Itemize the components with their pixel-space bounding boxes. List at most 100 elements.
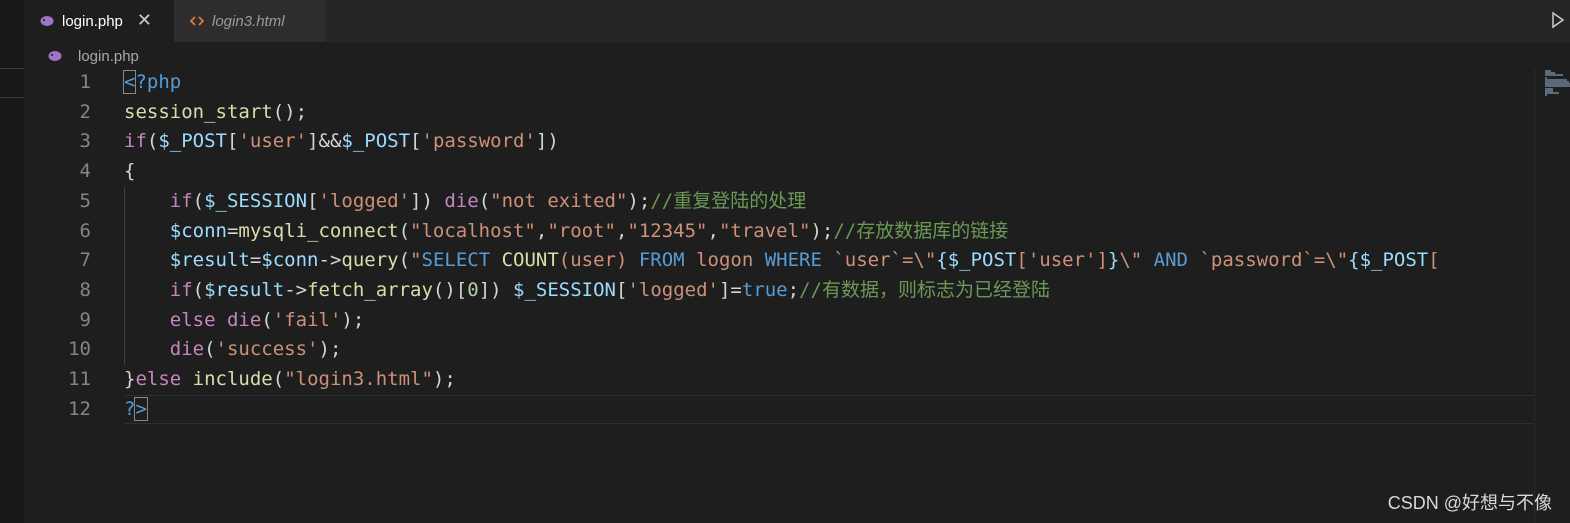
code-token: ]): [478, 278, 514, 301]
code-token: >: [134, 396, 148, 421]
code-token: (: [192, 278, 205, 301]
code-line[interactable]: 4{: [24, 157, 1534, 187]
code-token: 0: [467, 278, 479, 301]
code-token: );: [627, 189, 651, 212]
code-token: else: [169, 308, 216, 331]
code-token: if: [169, 278, 193, 301]
line-number: 10: [68, 338, 91, 361]
code-token: "not exited": [490, 189, 628, 212]
code-token: 'success': [215, 338, 319, 361]
code-token: [: [226, 130, 239, 153]
code-text: {: [124, 157, 135, 187]
code-token: 'password': [421, 130, 536, 153]
line-number: 1: [79, 71, 91, 93]
code-token: ()[: [432, 278, 468, 301]
line-number: 11: [68, 368, 91, 390]
tab-label: login3.html: [212, 12, 285, 30]
code-token: $result: [169, 249, 250, 272]
code-token: (: [261, 308, 273, 331]
line-number: 6: [79, 219, 91, 242]
code-token: );: [432, 368, 456, 390]
code-token: {: [124, 160, 136, 183]
activity-bar-item[interactable]: [0, 68, 24, 98]
code-line[interactable]: 8 if($result->fetch_array()[0]) $_SESSIO…: [24, 276, 1534, 306]
code-text: ?>: [124, 395, 148, 425]
code-token: (: [204, 338, 216, 361]
code-token: }: [124, 368, 136, 390]
code-token: $conn: [261, 249, 319, 272]
code-token: [: [1428, 249, 1440, 272]
code-token: ->: [318, 249, 342, 272]
code-line[interactable]: 9 else die('fail');: [24, 306, 1534, 336]
breadcrumb-file[interactable]: login.php: [78, 48, 139, 65]
code-text: if($_SESSION['logged']) die("not exited"…: [124, 187, 806, 217]
code-token: FROM: [638, 249, 697, 272]
line-number: 2: [79, 100, 91, 123]
code-token: (: [146, 130, 159, 153]
code-line[interactable]: 3 if($_POST['user']&&$_POST['password']): [24, 127, 1534, 157]
code-line[interactable]: 12 ?>: [24, 395, 1534, 425]
code-token: die: [226, 308, 262, 331]
code-line[interactable]: 11}else include("login3.html");: [24, 365, 1534, 395]
code-token: ,: [615, 219, 628, 242]
code-text: $result=$conn->query("SELECT COUNT(user)…: [124, 246, 1440, 276]
code-token: ();: [272, 100, 308, 123]
line-number: 4: [79, 160, 91, 183]
code-token: {$_POST: [1348, 249, 1429, 272]
code-line[interactable]: 7 $result=$conn->query("SELECT COUNT(use…: [24, 246, 1534, 276]
code-token: );: [341, 308, 365, 331]
code-token: `user`=\": [833, 249, 937, 272]
code-editor-window: login.php ✕ login3.html login.php 1 <?php…: [0, 0, 1570, 523]
code-token: WHERE: [764, 249, 834, 272]
close-icon[interactable]: ✕: [137, 12, 152, 30]
code-token: "login3.html": [284, 368, 433, 390]
html-brackets-icon: [190, 14, 204, 28]
code-editor[interactable]: 1 <?php 2 session_start(); 3 if($_POST['user'…: [24, 68, 1534, 523]
line-number: 3: [79, 130, 91, 153]
code-token: 'logged': [318, 189, 411, 212]
code-token: $_SESSION: [204, 189, 308, 212]
code-token: (: [478, 189, 491, 212]
code-token: ]&&: [307, 130, 342, 153]
run-icon[interactable]: [1550, 10, 1566, 30]
code-line[interactable]: 1 <?php: [24, 68, 1534, 98]
line-number: 9: [79, 308, 91, 331]
line-number: 8: [79, 278, 91, 301]
tab-label: login.php: [62, 12, 123, 30]
code-token: [: [307, 189, 319, 212]
code-token: "localhost": [410, 219, 536, 242]
code-token: ]): [410, 189, 445, 212]
tab-login-php[interactable]: login.php ✕: [24, 0, 174, 42]
code-token: fetch_array: [307, 278, 433, 301]
code-token: query: [341, 249, 399, 272]
code-token: 'user': [238, 130, 308, 153]
code-token: 'fail': [272, 308, 342, 331]
code-line[interactable]: 2 session_start();: [24, 98, 1534, 128]
minimap[interactable]: [1534, 68, 1570, 523]
code-token: if: [124, 130, 147, 153]
code-token: (: [398, 249, 411, 272]
code-line[interactable]: 5 if($_SESSION['logged']) die("not exite…: [24, 187, 1534, 217]
code-token: //重复登陆的处理: [650, 189, 807, 212]
code-text: if($_POST['user']&&$_POST['password']): [124, 127, 559, 157]
code-token: else: [135, 368, 182, 390]
tab-login3-html[interactable]: login3.html: [174, 0, 326, 42]
code-line[interactable]: 6 $conn=mysqli_connect("localhost","root…: [24, 217, 1534, 247]
tab-bar: login.php ✕ login3.html: [24, 0, 1570, 42]
code-token: ;: [787, 278, 800, 301]
php-elephant-icon: [40, 14, 54, 28]
code-token: $_POST: [341, 130, 411, 153]
code-token: ?: [124, 397, 136, 420]
code-token: );: [810, 219, 834, 242]
code-line[interactable]: 10 die('success');: [24, 335, 1534, 365]
code-token: mysqli_connect: [238, 219, 399, 242]
code-token: `password`=\": [1199, 249, 1349, 272]
line-number: 5: [79, 189, 91, 212]
code-token: ]=: [718, 278, 742, 301]
code-text: $conn=mysqli_connect("localhost","root",…: [124, 217, 1008, 247]
code-token: "root": [547, 219, 616, 242]
code-token: //存放数据库的链接: [833, 219, 1009, 242]
